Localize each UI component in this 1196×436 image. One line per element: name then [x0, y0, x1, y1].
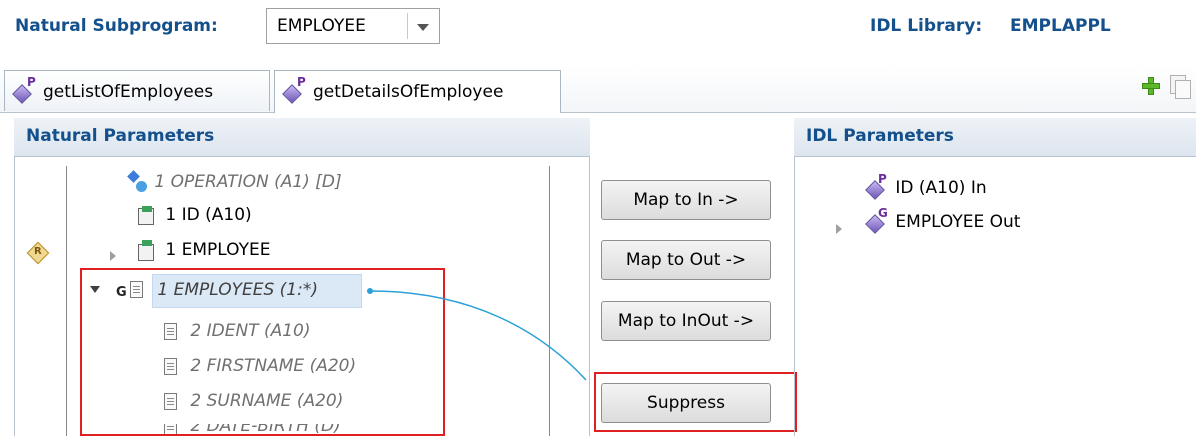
idl-item-label: EMPLOYEE Out [895, 212, 1021, 232]
map-to-in-button[interactable]: Map to In -> [601, 180, 771, 220]
highlight-box-suppress [594, 372, 797, 432]
group-parameter-icon: G [865, 206, 890, 234]
map-to-inout-button[interactable]: Map to InOut -> [601, 301, 771, 341]
expand-arrow-icon[interactable] [836, 224, 842, 234]
parameter-icon: P [865, 172, 890, 200]
idl-item-id[interactable]: P ID (A10) In [865, 172, 987, 200]
idl-item-employee[interactable]: G EMPLOYEE Out [865, 206, 1021, 234]
idl-tree-frame [794, 156, 1196, 436]
idl-item-label: ID (A10) In [895, 178, 987, 198]
map-to-out-button[interactable]: Map to Out -> [601, 240, 771, 280]
